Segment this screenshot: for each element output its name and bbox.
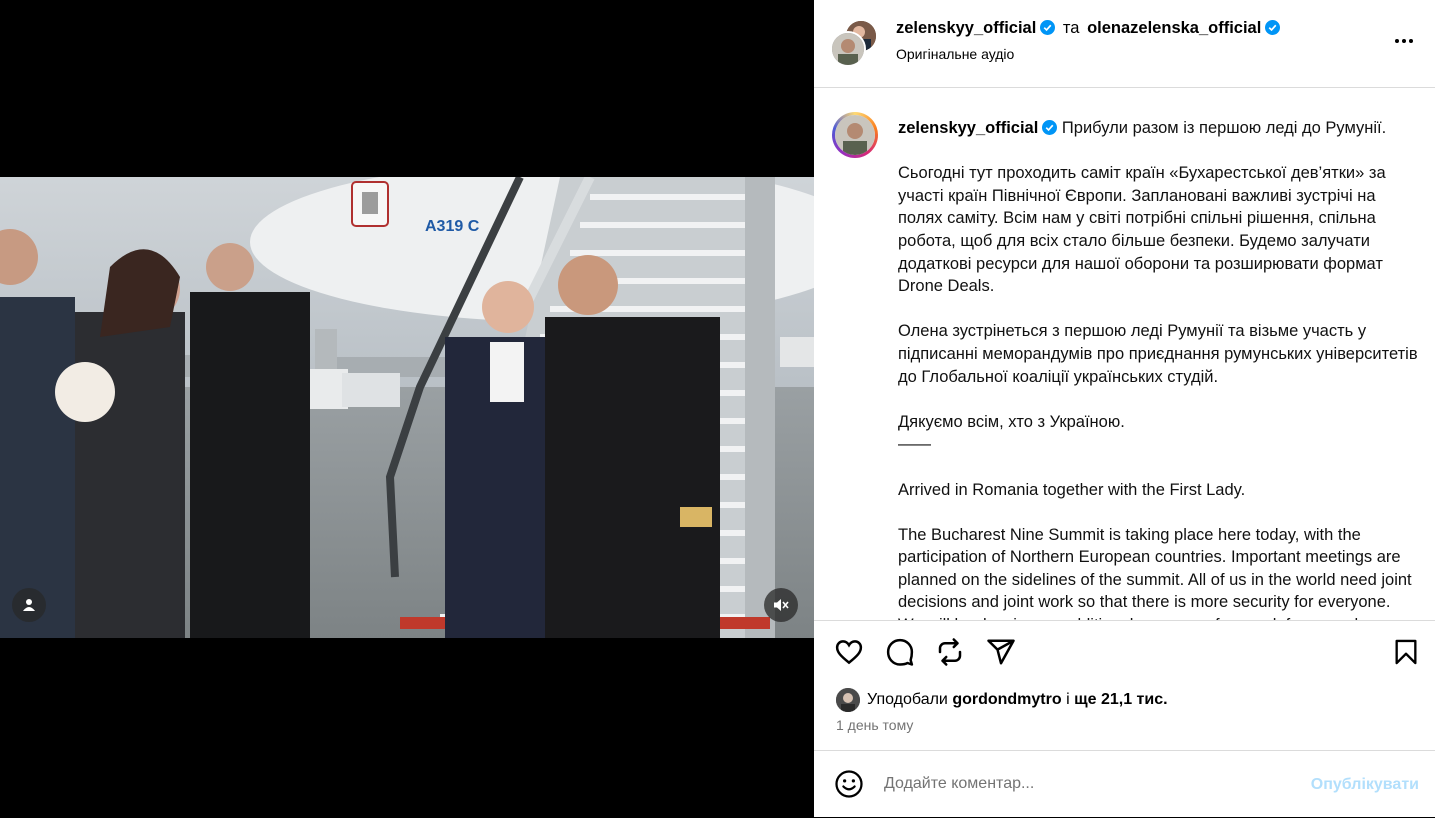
comment-button[interactable] [885, 637, 915, 672]
verified-badge-icon [1265, 20, 1281, 35]
publish-comment-button[interactable]: Опублікувати [1311, 776, 1419, 794]
plane-label: A319 C [425, 218, 480, 235]
caption-paragraph: Сьогодні тут проходить саміт країн «Буха… [898, 164, 1386, 296]
coauthor-avatars[interactable] [830, 19, 878, 67]
author-photo [832, 33, 864, 65]
more-horizontal-icon [1395, 39, 1413, 43]
post-header: zelenskyy_official та olenazelenska_offi… [814, 0, 1435, 88]
likes-connector: і [1066, 691, 1070, 708]
likes-summary: Уподобали gordondmytro і ще 21,1 тис. [836, 688, 1168, 712]
comment-composer: Опублікувати [814, 750, 1435, 818]
heart-icon [835, 640, 863, 665]
caption-paragraph: Дякуємо всім, хто з Україною. [898, 412, 1125, 431]
save-button[interactable] [1392, 637, 1420, 672]
caption-divider: —— [898, 435, 931, 454]
caption-paragraph: Прибули разом із першою леді до Румунії. [1061, 119, 1387, 137]
comment-input[interactable] [884, 775, 1264, 793]
mute-button[interactable] [764, 588, 798, 622]
bookmark-icon [1395, 639, 1417, 665]
video-frame: A319 C [0, 177, 814, 638]
caption-paragraph: Arrived in Romania together with the Fir… [898, 480, 1246, 499]
likes-count[interactable]: ще 21,1 тис. [1074, 691, 1167, 709]
verified-badge-icon [1042, 120, 1058, 135]
author-username[interactable]: zelenskyy_official [896, 19, 1036, 37]
video-player[interactable]: A319 C [0, 177, 814, 638]
liker-username[interactable]: gordondmytro [952, 691, 1061, 709]
send-icon [987, 639, 1015, 665]
verified-badge-icon [1040, 20, 1056, 35]
caption-avatar[interactable] [832, 112, 878, 158]
caption-paragraph: The Bucharest Nine Summit is taking plac… [898, 525, 1412, 620]
more-options-button[interactable] [1393, 30, 1415, 57]
caption-scroll[interactable]: zelenskyy_official Прибули разом із перш… [814, 88, 1435, 620]
like-button[interactable] [834, 637, 864, 672]
author-avatar[interactable] [830, 31, 866, 67]
liker-photo [836, 688, 860, 712]
share-button[interactable] [986, 637, 1016, 672]
coauthor-username[interactable]: olenazelenska_official [1087, 19, 1261, 37]
likes-prefix: Уподобали [867, 691, 948, 708]
caption-author[interactable]: zelenskyy_official [898, 119, 1038, 137]
liker-avatar[interactable] [836, 688, 860, 712]
caption-avatar-photo [835, 115, 875, 155]
emoji-smile-icon [835, 770, 863, 798]
post-timestamp[interactable]: 1 день тому [836, 717, 913, 733]
caption-paragraph: Олена зустрінеться з першою леді Румунії… [898, 322, 1418, 386]
comment-icon [886, 638, 914, 666]
post-authors: zelenskyy_official та olenazelenska_offi… [896, 19, 1281, 38]
audio-link[interactable]: Оригінальне аудіо [896, 46, 1014, 62]
repost-icon [938, 638, 962, 666]
person-icon [23, 599, 35, 611]
post-details-panel: zelenskyy_official та olenazelenska_offi… [814, 0, 1435, 817]
speaker-muted-icon [774, 599, 789, 611]
caption-text: zelenskyy_official Прибули разом із перш… [898, 117, 1418, 620]
emoji-button[interactable] [834, 769, 864, 804]
authors-connector: та [1062, 19, 1080, 37]
action-bar [814, 620, 1435, 685]
tagged-users-button[interactable] [12, 588, 46, 622]
post-media: A319 C [0, 0, 814, 817]
repost-button[interactable] [935, 637, 965, 672]
